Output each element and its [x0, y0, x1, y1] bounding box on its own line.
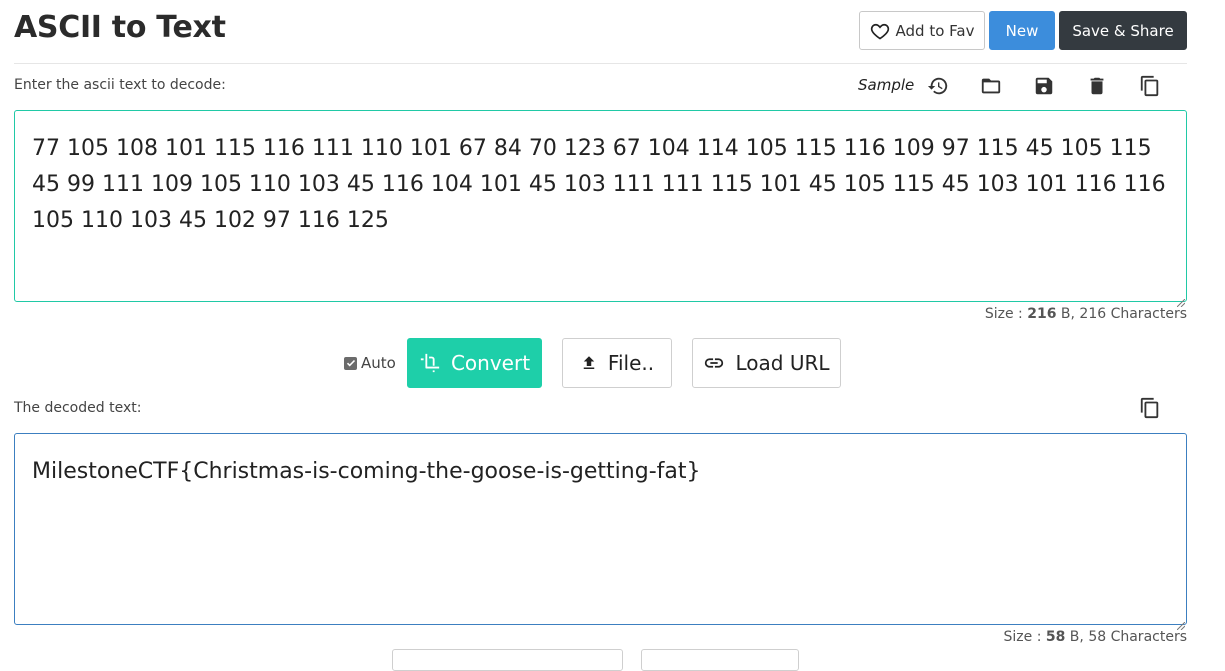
output-copy-icon[interactable] [1138, 396, 1162, 420]
input-size-prefix: Size : [984, 306, 1028, 322]
upload-icon [580, 354, 598, 372]
save-share-button[interactable]: Save & Share [1059, 11, 1187, 50]
add-to-fav-button[interactable]: Add to Fav [859, 11, 985, 50]
delete-icon[interactable] [1085, 74, 1109, 98]
input-label: Enter the ascii text to decode: [14, 77, 226, 93]
input-size-bytes: 216 [1027, 306, 1057, 322]
output-size-prefix: Size : [1003, 629, 1046, 645]
output-resize-handle-icon[interactable] [1176, 615, 1186, 631]
auto-checkbox[interactable]: Auto [344, 354, 396, 372]
checkbox-checked-icon[interactable] [344, 356, 357, 370]
input-size-suffix: B, 216 Characters [1056, 306, 1187, 322]
input-size-info: Size : 216 B, 216 Characters [985, 306, 1187, 322]
ascii-input-textarea[interactable]: 77 105 108 101 115 116 111 110 101 67 84… [14, 110, 1187, 302]
link-icon [703, 352, 725, 374]
auto-label: Auto [361, 354, 396, 372]
resize-handle-icon[interactable] [1176, 292, 1186, 308]
load-url-label: Load URL [735, 351, 830, 375]
sample-link[interactable]: Sample [858, 76, 914, 94]
output-label: The decoded text: [14, 400, 142, 416]
header-divider [14, 63, 1187, 64]
save-icon[interactable] [1032, 74, 1056, 98]
file-label: File.. [607, 351, 655, 375]
copy-icon[interactable] [1138, 74, 1162, 98]
folder-open-icon[interactable] [979, 74, 1003, 98]
load-url-button[interactable]: Load URL [692, 338, 841, 388]
crop-convert-icon [419, 352, 441, 374]
new-button[interactable]: New [989, 11, 1055, 50]
output-size-suffix: B, 58 Characters [1065, 629, 1187, 645]
convert-label: Convert [450, 351, 531, 375]
output-size-info: Size : 58 B, 58 Characters [1004, 629, 1187, 645]
file-upload-button[interactable]: File.. [562, 338, 672, 388]
convert-button[interactable]: Convert [407, 338, 542, 388]
page-title: ASCII to Text [14, 10, 226, 45]
decoded-output-textarea[interactable]: MilestoneCTF{Christmas-is-coming-the-goo… [14, 433, 1187, 625]
history-icon[interactable] [926, 74, 950, 98]
add-to-fav-label: Add to Fav [895, 21, 975, 40]
output-size-bytes: 58 [1045, 629, 1066, 645]
heart-icon [870, 21, 890, 41]
output-action-button-2[interactable] [641, 649, 799, 671]
output-action-button-1[interactable] [392, 649, 623, 671]
